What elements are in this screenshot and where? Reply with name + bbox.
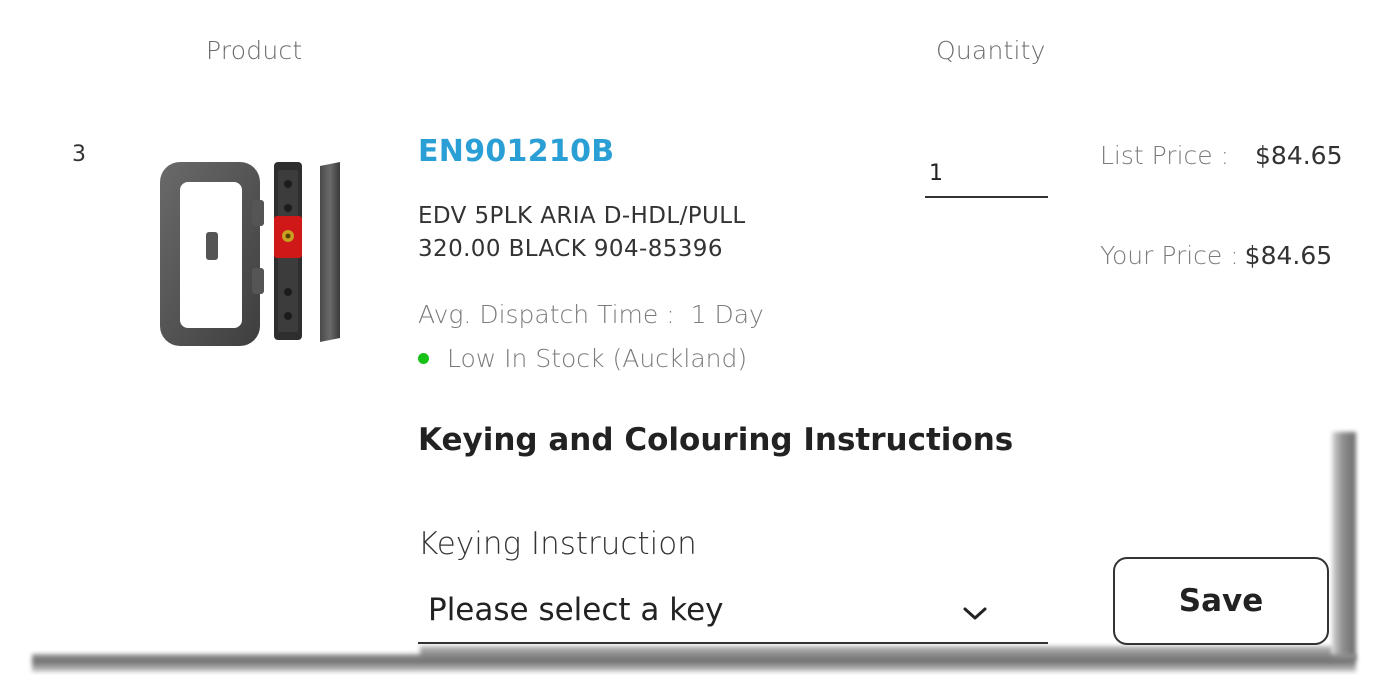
column-header-product: Product [206,36,303,65]
your-price-label: Your Price : [1100,241,1239,270]
keying-instruction-label: Keying Instruction [418,526,697,562]
product-description-line-1: EDV 5PLK ARIA D-HDL/PULL [418,203,746,229]
stock-status-text: Low In Stock (Auckland) [447,344,748,373]
chevron-down-icon [963,607,987,620]
dispatch-time-label: Avg. Dispatch Time : [418,300,675,329]
save-button[interactable]: Save [1113,557,1329,645]
line-number: 3 [72,142,86,167]
list-price-value: $84.65 [1255,141,1343,170]
product-sku-link[interactable]: EN901210B [418,134,614,169]
column-header-quantity: Quantity [936,36,1046,65]
dispatch-time-value: 1 Day [690,300,764,329]
keying-instruction-select[interactable]: Please select a key [418,578,1048,644]
panel-shadow-inner [420,646,1332,660]
panel-shadow [1332,432,1356,660]
dispatch-time: Avg. Dispatch Time : 1 Day [418,300,764,329]
keying-instruction-selected-value: Please select a key [428,592,724,628]
product-description-line-2: 320.00 BLACK 904-85396 [418,236,723,262]
keying-section-title: Keying and Colouring Instructions [418,422,1014,458]
cart-line-item: Product Quantity 3 EN901210B EDV 5PLK AR… [0,0,1396,675]
door-handle-icon [160,162,340,346]
list-price-label: List Price : [1100,141,1230,170]
quantity-input[interactable] [925,142,1048,198]
product-image[interactable] [150,148,355,353]
stock-status-dot-icon [418,353,429,364]
your-price-value: $84.65 [1244,241,1333,270]
list-price: List Price : $84.65 [1100,141,1343,170]
your-price: Your Price : $84.65 [1100,241,1332,270]
stock-status: Low In Stock (Auckland) [418,344,747,373]
product-description: EDV 5PLK ARIA D-HDL/PULL 320.00 BLACK 90… [418,200,858,266]
